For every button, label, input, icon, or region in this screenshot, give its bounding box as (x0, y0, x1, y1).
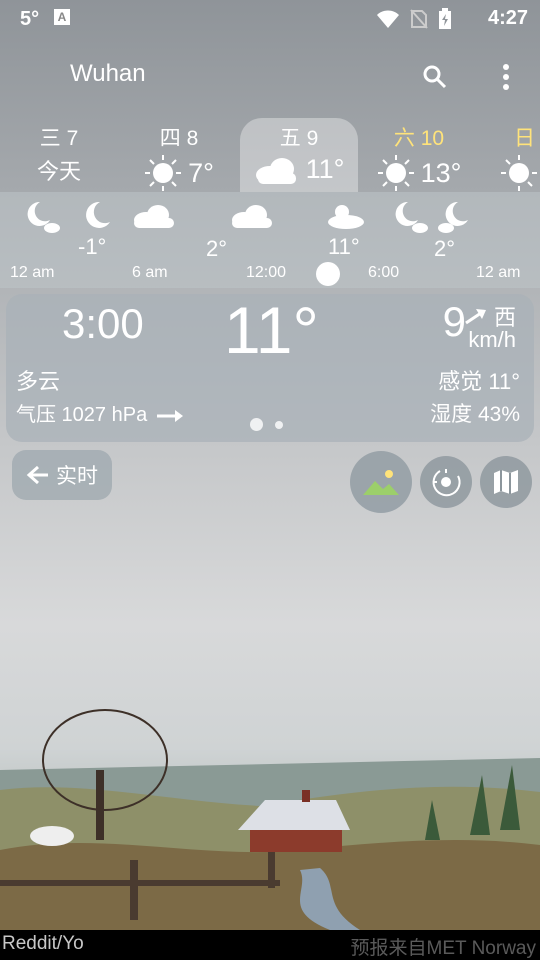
pressure-value: 气压 1027 hPa (16, 404, 148, 426)
credits-bar: Reddit/Yo 预报来自MET Norway (0, 930, 540, 960)
day-sub: 今天 (36, 159, 81, 184)
cloud-icon (232, 205, 272, 228)
day-tabs: 三 7 今天 四 8 7° 五 9 11° 六 10 13° 日 (0, 118, 540, 192)
day-tab-thu[interactable]: 四 8 7° (120, 118, 238, 192)
page-dot-active (250, 418, 263, 431)
sun-orbit-icon (432, 469, 461, 497)
artwork-credit[interactable]: Reddit/Yo (2, 933, 84, 955)
day-temp: 11° (305, 154, 345, 184)
day-label: 日 (514, 127, 535, 150)
more-options-icon[interactable] (502, 64, 510, 90)
battery-charging-icon (439, 8, 451, 29)
keyboard-icon: A (54, 9, 70, 25)
hourly-temp: 2° (434, 236, 456, 261)
app-bar: Wuhan (0, 52, 540, 100)
moon-cloud-icon (27, 201, 60, 233)
wind-arrow-icon (465, 309, 486, 325)
day-tab-fri[interactable]: 五 9 11° (240, 118, 358, 192)
map-button[interactable] (480, 456, 532, 508)
sun-icon (501, 155, 537, 191)
wind-unit: km/h (468, 327, 516, 352)
hourly-temp: -1° (78, 234, 107, 259)
no-sim-icon (410, 9, 428, 29)
hourly-time: 6 am (132, 264, 168, 281)
day-label: 五 9 (279, 127, 319, 150)
current-time: 3:00 (62, 300, 144, 347)
day-label: 六 10 (393, 127, 445, 150)
sun-icon (145, 155, 182, 191)
live-label: 实时 (56, 465, 98, 488)
humidity: 湿度 43% (430, 403, 520, 426)
search-icon[interactable] (422, 64, 448, 90)
map-icon (494, 470, 518, 494)
day-tab-sat[interactable]: 六 10 13° (360, 118, 478, 192)
moon-cloud-icon (438, 201, 468, 233)
page-dot (275, 420, 283, 429)
hourly-forecast[interactable]: -1° 2° 11° 2° 12 am 6 am 12:00 6:00 12 a… (0, 192, 540, 288)
hourly-time: 12:00 (246, 264, 287, 281)
wind-speed: 9 (442, 298, 466, 345)
forecast-source[interactable]: 预报来自MET Norway (351, 933, 536, 960)
pressure: 气压 1027 hPa (16, 398, 183, 427)
day-tab-today[interactable]: 三 7 今天 (0, 118, 118, 192)
cloud-icon (255, 157, 296, 184)
moon-icon (86, 201, 110, 228)
sun-cloud-icon (328, 205, 364, 229)
status-bar: 5° A 4:27 (0, 0, 540, 38)
page-indicator (250, 418, 283, 431)
hourly-time: 12 am (476, 264, 521, 281)
live-button[interactable]: 实时 (12, 450, 112, 500)
day-label: 四 8 (159, 127, 199, 150)
hourly-time: 6:00 (368, 264, 400, 281)
sun-position-button[interactable] (420, 456, 472, 508)
hourly-temp: 2° (206, 236, 228, 261)
sun-icon (377, 155, 414, 191)
current-temperature: 11° (224, 293, 319, 367)
feels-like: 感觉 11° (438, 369, 520, 394)
status-icons (376, 8, 452, 30)
wifi-icon (377, 10, 399, 28)
background-toggle-button[interactable] (350, 451, 412, 513)
cloud-icon (134, 205, 174, 228)
day-tab-sun[interactable]: 日 (480, 118, 540, 192)
hourly-temp: 11° (328, 234, 360, 259)
arrow-left-icon (26, 465, 48, 485)
clock: 4:27 (487, 7, 528, 29)
day-label: 三 7 (39, 127, 79, 150)
hourly-time: 12 am (10, 264, 55, 281)
condition: 多云 (16, 369, 61, 394)
pressure-trend-icon (156, 409, 183, 422)
status-temperature: 5° (20, 8, 40, 30)
current-conditions-card[interactable]: 3:00 11° 9 西 km/h 多云 气压 1027 hPa 感觉 11° … (6, 293, 534, 442)
landscape-icon (363, 470, 399, 495)
day-temp: 7° (188, 157, 214, 188)
city-title[interactable]: Wuhan (70, 60, 146, 88)
moon-cloud-icon (395, 201, 428, 233)
day-temp: 13° (420, 157, 462, 188)
current-time-marker[interactable] (316, 262, 340, 286)
